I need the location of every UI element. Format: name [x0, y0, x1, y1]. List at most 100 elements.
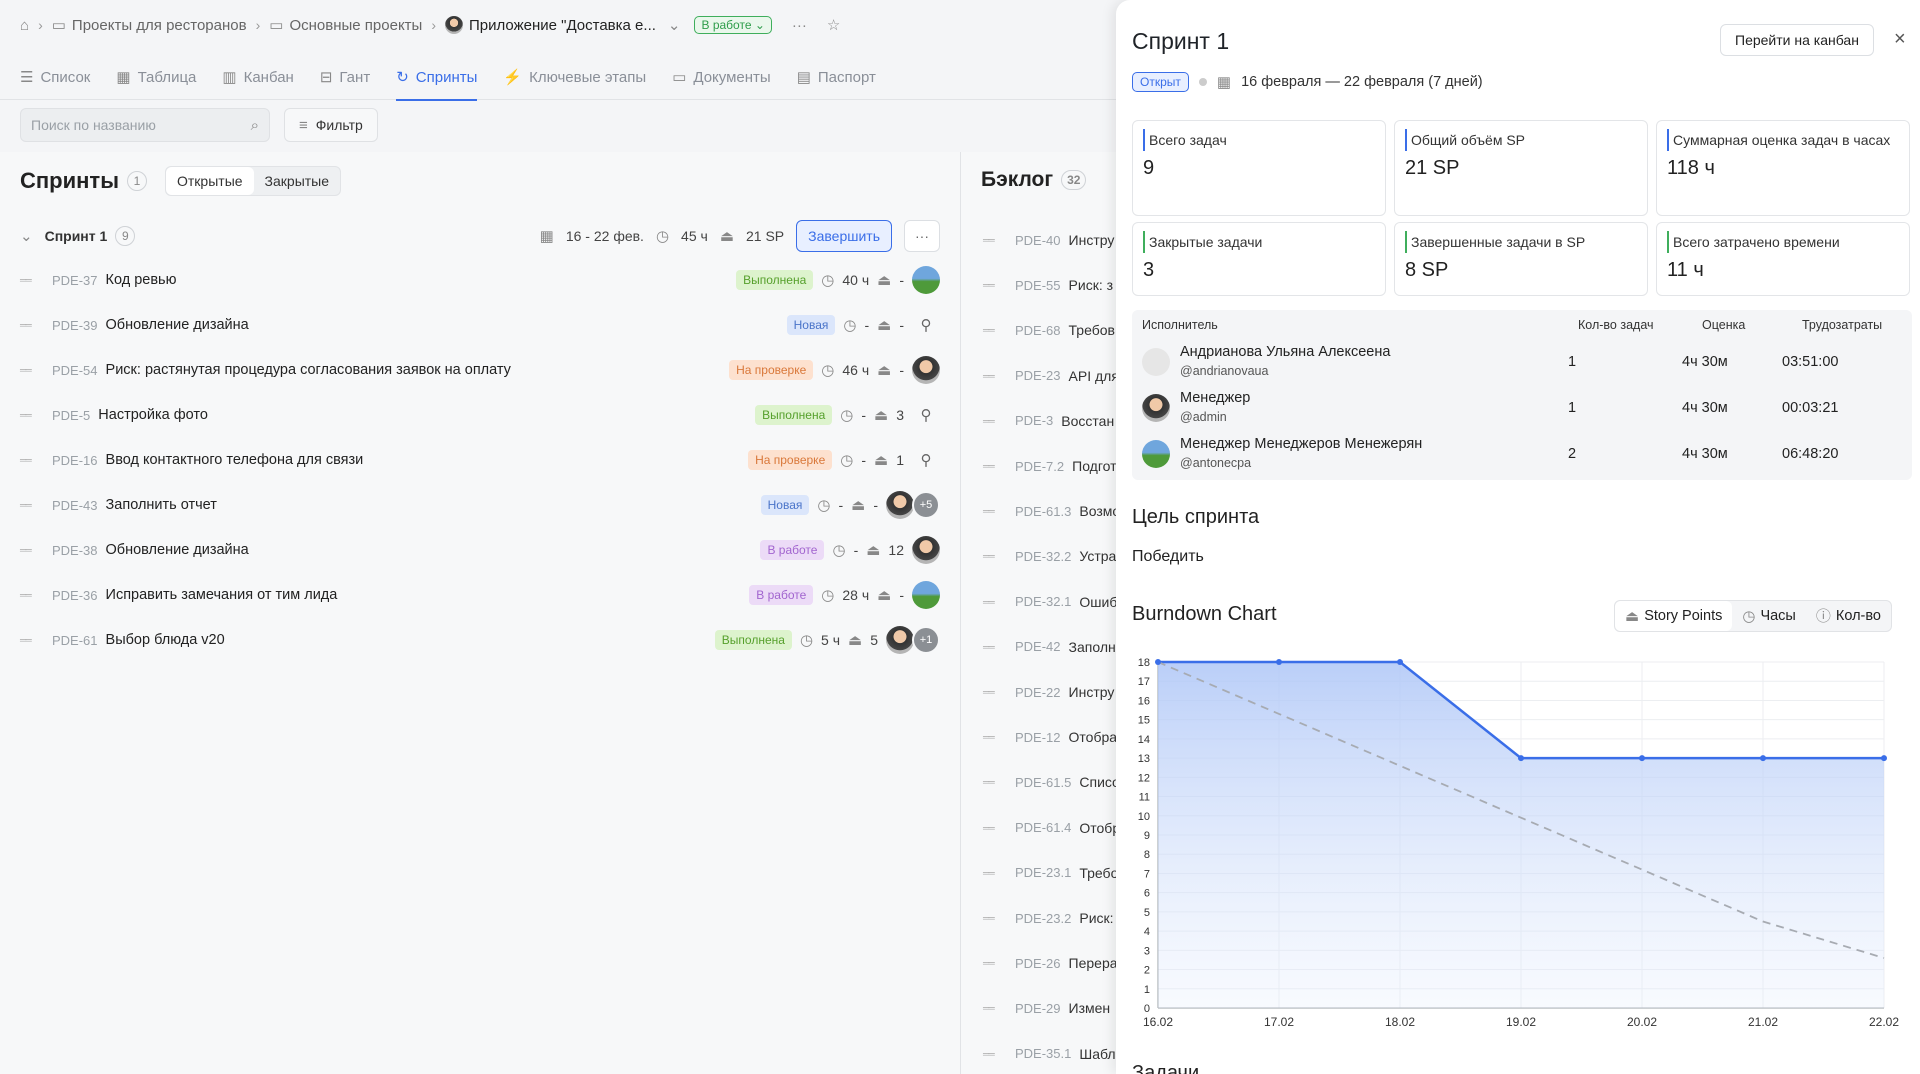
drag-handle-icon[interactable]: ══ [983, 551, 1001, 561]
avatar[interactable] [912, 266, 940, 294]
tab-5[interactable]: ⚡ Ключевые этапы [503, 56, 646, 100]
drag-handle-icon[interactable]: ══ [983, 777, 1001, 787]
status-badge[interactable]: Новая [760, 495, 810, 515]
chevron-down-icon[interactable]: ⌄ [20, 229, 33, 244]
close-icon[interactable]: × [1894, 28, 1906, 51]
backlog-item[interactable]: ══ PDE-40 Инстру [983, 232, 1114, 248]
backlog-item[interactable]: ══ PDE-61.4 Отобр [983, 820, 1120, 836]
backlog-item[interactable]: ══ PDE-32.2 Устра [983, 548, 1116, 564]
avatar-more[interactable]: +1 [912, 626, 940, 654]
drag-handle-icon[interactable]: ══ [983, 597, 1001, 607]
drag-handle-icon[interactable]: ══ [20, 320, 38, 330]
backlog-item[interactable]: ══ PDE-23.1 Требо [983, 865, 1118, 881]
drag-handle-icon[interactable]: ══ [983, 823, 1001, 833]
drag-handle-icon[interactable]: ══ [983, 280, 1001, 290]
sprint-row[interactable]: ⌄ Спринт 1 9 ▦ 16 - 22 фев. ◷ 45 ч ⏏ 21 SP … [20, 220, 940, 252]
breadcrumb-1[interactable]: ▭ Проекты для ресторанов [52, 17, 247, 34]
table-row[interactable]: Менеджер @admin 1 4ч 30м 00:03:21 [1142, 386, 1902, 432]
table-row[interactable]: Менеджер Менеджеров Менежерян @antonecpa 2… [1142, 432, 1902, 478]
drag-handle-icon[interactable]: ══ [20, 275, 38, 285]
finish-sprint-button[interactable]: Завершить [796, 220, 892, 252]
backlog-item[interactable]: ══ PDE-26 Перера [983, 955, 1118, 971]
tab-count[interactable]: ⓘ Кол-во [1806, 601, 1891, 631]
list-item[interactable]: ══ PDE-16 Ввод контактного телефона для св… [20, 438, 940, 482]
status-badge[interactable]: Выполнена [714, 630, 792, 650]
avatar[interactable] [886, 491, 914, 519]
backlog-item[interactable]: ══ PDE-61.3 Возмо [983, 503, 1120, 519]
status-badge[interactable]: Выполнена [755, 405, 833, 425]
drag-handle-icon[interactable]: ══ [983, 1049, 1001, 1059]
list-item[interactable]: ══ PDE-61 Выбор блюда v20 Выполнена ◷ 5 ч ⏏ 5 +1 [20, 618, 940, 662]
drag-handle-icon[interactable]: ══ [983, 687, 1001, 697]
drag-handle-icon[interactable]: ══ [983, 506, 1001, 516]
search-input[interactable]: Поиск по названию ⌕ [20, 108, 270, 142]
status-badge[interactable]: Новая [786, 315, 836, 335]
avatar[interactable] [912, 536, 940, 564]
tab-open[interactable]: Открытые [166, 167, 254, 195]
filter-button[interactable]: ≡ Фильтр [284, 108, 378, 142]
drag-handle-icon[interactable]: ══ [983, 1003, 1001, 1013]
list-item[interactable]: ══ PDE-39 Обновление дизайна Новая ◷ - ⏏ - ⚲ [20, 303, 940, 347]
drag-handle-icon[interactable]: ══ [20, 455, 38, 465]
avatar[interactable] [886, 626, 914, 654]
status-badge[interactable]: Выполнена [736, 270, 814, 290]
tab-closed[interactable]: Закрытые [254, 167, 340, 195]
goto-kanban-button[interactable]: Перейти на канбан [1720, 24, 1874, 56]
drag-handle-icon[interactable]: ══ [983, 732, 1001, 742]
backlog-item[interactable]: ══ PDE-32.1 Ошиб [983, 594, 1117, 610]
backlog-item[interactable]: ══ PDE-23 API для [983, 368, 1119, 384]
breadcrumb-3[interactable]: Приложение "Доставка е... ⌄ [445, 16, 680, 34]
backlog-item[interactable]: ══ PDE-68 Требов [983, 322, 1115, 338]
tab-4[interactable]: ↻ Спринты [396, 56, 478, 101]
tab-hours[interactable]: ◷ Часы [1732, 601, 1806, 631]
backlog-item[interactable]: ══ PDE-7.2 Подгот [983, 458, 1117, 474]
backlog-item[interactable]: ══ PDE-42 Заполн [983, 639, 1116, 655]
breadcrumb-2[interactable]: ▭ Основные проекты [269, 17, 422, 34]
status-badge[interactable]: В работе [760, 540, 825, 560]
backlog-item[interactable]: ══ PDE-61.5 Списо [983, 774, 1120, 790]
project-status-badge[interactable]: В работе ⌄ [694, 16, 772, 34]
assign-user-icon[interactable]: ⚲ [912, 406, 940, 424]
tab-7[interactable]: ▤ Паспорт [797, 56, 876, 100]
drag-handle-icon[interactable]: ══ [20, 590, 38, 600]
backlog-item[interactable]: ══ PDE-22 Инстру [983, 684, 1114, 700]
tab-0[interactable]: ☰ Список [20, 56, 90, 100]
list-item[interactable]: ══ PDE-38 Обновление дизайна В работе ◷ - ⏏ 12 [20, 528, 940, 572]
drag-handle-icon[interactable]: ══ [983, 371, 1001, 381]
backlog-item[interactable]: ══ PDE-55 Риск: з [983, 277, 1113, 293]
assign-user-icon[interactable]: ⚲ [912, 451, 940, 469]
tab-2[interactable]: ▥ Канбан [222, 56, 293, 100]
list-item[interactable]: ══ PDE-43 Заполнить отчет Новая ◷ - ⏏ - +5 [20, 483, 940, 527]
assign-user-icon[interactable]: ⚲ [912, 316, 940, 334]
drag-handle-icon[interactable]: ══ [983, 958, 1001, 968]
avatar-more[interactable]: +5 [912, 491, 940, 519]
list-item[interactable]: ══ PDE-37 Код ревью Выполнена ◷ 40 ч ⏏ - [20, 258, 940, 302]
tab-1[interactable]: ▦ Таблица [116, 56, 196, 100]
tab-6[interactable]: ▭ Документы [672, 56, 771, 100]
drag-handle-icon[interactable]: ══ [983, 461, 1001, 471]
backlog-item[interactable]: ══ PDE-12 Отобра [983, 729, 1117, 745]
list-item[interactable]: ══ PDE-36 Исправить замечания от тим лида В… [20, 573, 940, 617]
backlog-item[interactable]: ══ PDE-23.2 Риск: [983, 910, 1114, 926]
list-item[interactable]: ══ PDE-54 Риск: растянутая процедура согла… [20, 348, 940, 392]
more-icon[interactable]: ··· [792, 18, 807, 33]
drag-handle-icon[interactable]: ══ [983, 642, 1001, 652]
status-badge[interactable]: В работе [749, 585, 814, 605]
backlog-item[interactable]: ══ PDE-35.1 Шабл [983, 1046, 1116, 1062]
star-icon[interactable]: ☆ [827, 18, 840, 33]
tab-3[interactable]: ⊟ Гант [320, 56, 370, 100]
backlog-item[interactable]: ══ PDE-3 Восстан [983, 413, 1114, 429]
drag-handle-icon[interactable]: ══ [20, 410, 38, 420]
drag-handle-icon[interactable]: ══ [983, 868, 1001, 878]
drag-handle-icon[interactable]: ══ [983, 416, 1001, 426]
avatar[interactable] [912, 581, 940, 609]
avatar[interactable] [912, 356, 940, 384]
home-icon[interactable]: ⌂ [20, 18, 29, 33]
sprint-more-button[interactable]: ··· [904, 220, 940, 252]
table-row[interactable]: Андрианова Ульяна Алексеена @andrianovaua… [1142, 340, 1902, 386]
status-badge[interactable]: На проверке [729, 360, 814, 380]
status-badge[interactable]: На проверке [748, 450, 833, 470]
list-item[interactable]: ══ PDE-5 Настройка фото Выполнена ◷ - ⏏ 3 ⚲ [20, 393, 940, 437]
backlog-item[interactable]: ══ PDE-29 Измен [983, 1000, 1110, 1016]
drag-handle-icon[interactable]: ══ [983, 325, 1001, 335]
